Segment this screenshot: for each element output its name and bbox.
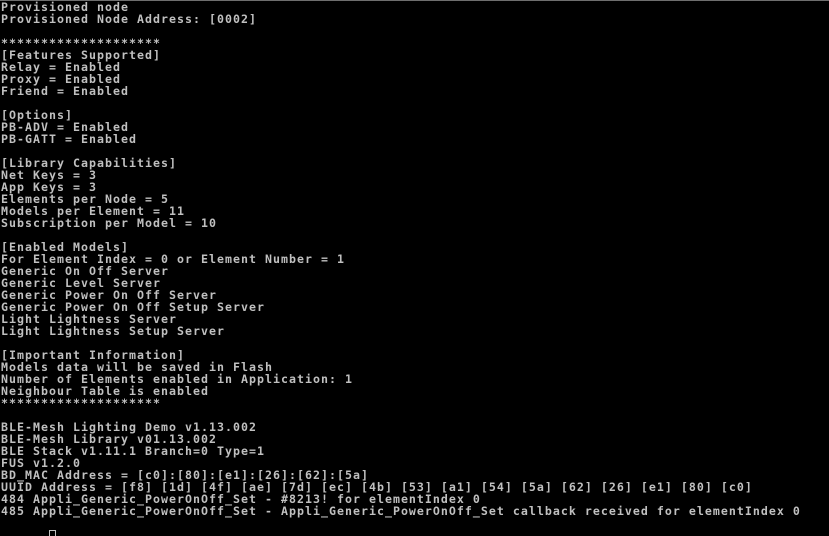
input-prompt-line[interactable] xyxy=(1,517,801,536)
console-line: Net Keys = 3 xyxy=(1,168,97,182)
console-output: Provisioned node Provisioned Node Addres… xyxy=(1,1,801,536)
console-line: PB-GATT = Enabled xyxy=(1,132,137,146)
console-line: Provisioned Node Address: [0002] xyxy=(1,12,257,26)
console-window[interactable]: Provisioned node Provisioned Node Addres… xyxy=(0,0,829,536)
separator-line: ******************** xyxy=(1,396,161,410)
section-header-library-capabilities: [Library Capabilities] xyxy=(1,156,177,170)
console-line: Friend = Enabled xyxy=(1,84,129,98)
console-line: BLE Stack v1.11.1 Branch=0 Type=1 xyxy=(1,444,265,458)
block-cursor-icon xyxy=(49,530,56,536)
log-line: 485 Appli_Generic_PowerOnOff_Set - Appli… xyxy=(1,504,801,518)
console-line: Light Lightness Setup Server xyxy=(1,324,225,338)
console-line: Subscription per Model = 10 xyxy=(1,216,217,230)
